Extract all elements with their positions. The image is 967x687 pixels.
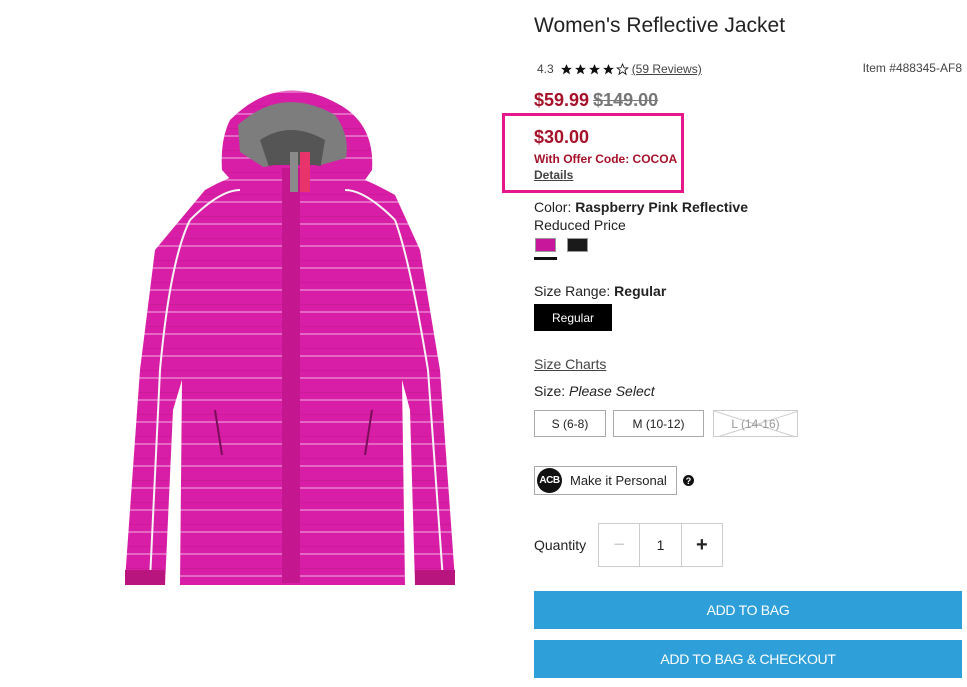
size-option-l-unavailable: L (14-16) (713, 410, 798, 437)
size-range-label: Size Range: (534, 283, 611, 299)
quantity-increase-button[interactable]: + (682, 524, 722, 566)
offer-details-link[interactable]: Details (534, 168, 573, 182)
monogram-icon: ACB (537, 468, 562, 493)
size-option-s[interactable]: S (6-8) (534, 410, 606, 437)
add-to-bag-button[interactable]: ADD TO BAG (534, 591, 962, 629)
star-icon (560, 63, 572, 74)
star-empty-icon (615, 62, 629, 75)
make-it-personal-label: Make it Personal (570, 473, 667, 488)
size-option-m[interactable]: M (10-12) (613, 410, 704, 437)
color-swatch-pink[interactable] (535, 238, 556, 252)
sale-price: $59.99 (534, 90, 590, 110)
reviews-link[interactable]: (59 Reviews) (632, 62, 702, 76)
size-range-regular-button[interactable]: Regular (534, 304, 612, 331)
make-it-personal-button[interactable]: ACB Make it Personal (534, 466, 677, 495)
color-swatch-black[interactable] (567, 238, 588, 252)
quantity-stepper: − 1 + (598, 523, 723, 567)
price-row: $59.99 $149.00 (534, 90, 658, 111)
original-price: $149.00 (593, 90, 659, 110)
size-label-row: Size: Please Select (534, 383, 655, 399)
rating-value: 4.3 (537, 62, 554, 76)
star-icon (588, 63, 600, 74)
quantity-decrease-button[interactable]: − (599, 524, 641, 566)
color-label: Color: (534, 199, 572, 215)
star-icon (602, 63, 614, 74)
color-label-row: Color: Raspberry Pink Reflective (534, 199, 748, 215)
reduced-price-note: Reduced Price (534, 217, 626, 233)
item-number: Item #488345-AF8 (862, 61, 962, 75)
size-placeholder: Please Select (569, 383, 655, 399)
size-label: Size: (534, 383, 566, 399)
rating-row: 4.3 (59 Reviews) (537, 60, 702, 78)
quantity-label: Quantity (534, 537, 587, 553)
selected-swatch-indicator (534, 257, 557, 260)
product-image[interactable] (110, 80, 470, 600)
offer-code-text: With Offer Code: COCOA (534, 152, 678, 166)
color-selected: Raspberry Pink Reflective (575, 199, 748, 215)
quantity-value[interactable]: 1 (640, 524, 682, 566)
star-rating (560, 62, 630, 76)
offer-price: $30.00 (534, 127, 590, 147)
help-icon[interactable]: ? (683, 475, 694, 486)
size-range-label-row: Size Range: Regular (534, 283, 666, 299)
add-to-bag-checkout-button[interactable]: ADD TO BAG & CHECKOUT (534, 640, 962, 678)
product-title: Women's Reflective Jacket (534, 14, 786, 37)
size-charts-link[interactable]: Size Charts (534, 356, 606, 372)
star-icon (574, 63, 586, 74)
size-range-selected: Regular (614, 283, 667, 299)
size-option-l-label: L (14-16) (731, 416, 780, 431)
